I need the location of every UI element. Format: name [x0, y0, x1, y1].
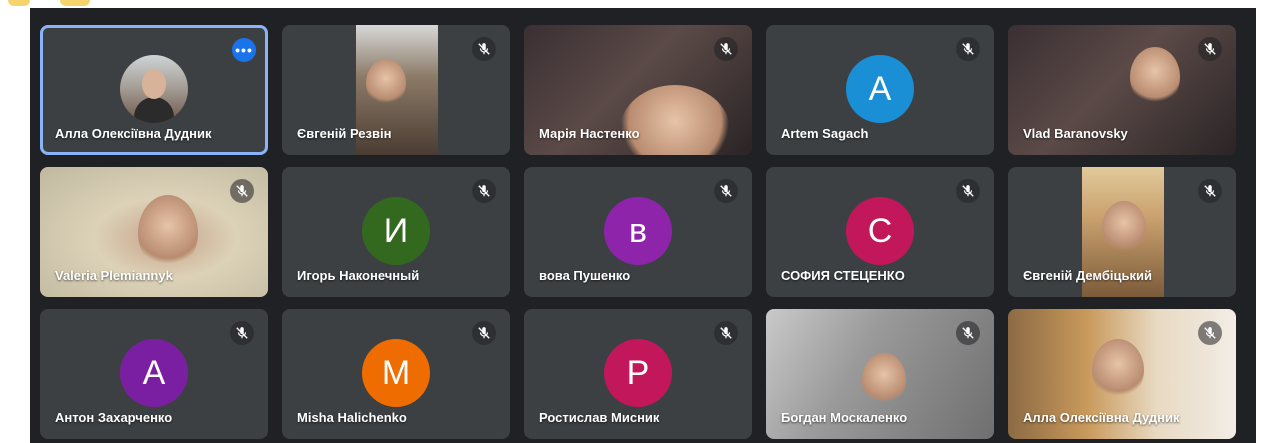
participant-name: Богдан Москаленко: [781, 410, 908, 425]
mic-off-icon: [1198, 321, 1222, 345]
participant-tile[interactable]: Євгеній Дембіцький: [1008, 167, 1236, 297]
mic-off-icon: [1198, 37, 1222, 61]
participant-name: Misha Halichenko: [297, 410, 407, 425]
mic-off-icon: [956, 321, 980, 345]
more-options-icon[interactable]: •••: [232, 38, 256, 62]
participant-video-face: [1102, 201, 1146, 255]
participant-video-face: [862, 353, 906, 407]
mic-off-icon: [472, 179, 496, 203]
participant-name: СОФИЯ СТЕЦЕНКО: [781, 268, 905, 283]
mic-off-icon: [714, 321, 738, 345]
participant-tile[interactable]: A Artem Sagach: [766, 25, 994, 155]
participant-name: Антон Захарченко: [55, 410, 173, 425]
participant-video-face: [1092, 339, 1144, 401]
participant-name: Алла Олексіївна Дудник: [1023, 410, 1180, 425]
participant-video-face: [138, 195, 198, 271]
meeting-stage: ••• Алла Олексіївна Дудник Євгеній Резві…: [30, 8, 1256, 443]
mic-off-icon: [472, 37, 496, 61]
participant-name: Vlad Baranovsky: [1023, 126, 1128, 141]
participant-tile[interactable]: Valeria Plemiannyk: [40, 167, 268, 297]
participant-name: Алла Олексіївна Дудник: [55, 126, 212, 141]
participant-name: Євгеній Дембіцький: [1023, 268, 1152, 283]
participant-tile[interactable]: А Антон Захарченко: [40, 309, 268, 439]
participant-tile[interactable]: Марія Настенко: [524, 25, 752, 155]
participant-tile[interactable]: Алла Олексіївна Дудник: [1008, 309, 1236, 439]
participant-tile[interactable]: Р Ростислав Мисник: [524, 309, 752, 439]
mic-off-icon: [472, 321, 496, 345]
participant-name: Artem Sagach: [781, 126, 869, 141]
participant-tile[interactable]: И Игорь Наконечный: [282, 167, 510, 297]
participant-tile[interactable]: M Misha Halichenko: [282, 309, 510, 439]
mic-off-icon: [714, 37, 738, 61]
participant-initial-avatar: A: [846, 55, 914, 123]
mic-off-icon: [956, 37, 980, 61]
participant-tile[interactable]: в вова Пушенко: [524, 167, 752, 297]
mic-off-icon: [230, 179, 254, 203]
mic-off-icon: [230, 321, 254, 345]
participant-tile[interactable]: Богдан Москаленко: [766, 309, 994, 439]
participant-name: Игорь Наконечный: [297, 268, 420, 283]
participant-name: вова Пушенко: [539, 268, 631, 283]
participant-initial-avatar: в: [604, 197, 672, 265]
mic-off-icon: [714, 179, 738, 203]
participant-tile[interactable]: С СОФИЯ СТЕЦЕНКО: [766, 167, 994, 297]
participant-video-face: [1130, 47, 1180, 107]
participant-initial-avatar: И: [362, 197, 430, 265]
participant-initial-avatar: А: [120, 339, 188, 407]
participant-tile[interactable]: Vlad Baranovsky: [1008, 25, 1236, 155]
participant-name: Valeria Plemiannyk: [55, 268, 173, 283]
participant-tile[interactable]: Євгеній Резвін: [282, 25, 510, 155]
mic-off-icon: [1198, 179, 1222, 203]
mic-off-icon: [956, 179, 980, 203]
participant-video-face: [366, 59, 406, 107]
participant-tile[interactable]: ••• Алла Олексіївна Дудник: [40, 25, 268, 155]
participant-name: Євгеній Резвін: [297, 126, 392, 141]
participant-name: Марія Настенко: [539, 126, 640, 141]
participant-initial-avatar: M: [362, 339, 430, 407]
participant-avatar: [120, 55, 188, 123]
participant-initial-avatar: С: [846, 197, 914, 265]
top-corner-decoration: [0, 0, 96, 8]
participant-grid: ••• Алла Олексіївна Дудник Євгеній Резві…: [40, 25, 1236, 439]
participant-name: Ростислав Мисник: [539, 410, 660, 425]
participant-initial-avatar: Р: [604, 339, 672, 407]
